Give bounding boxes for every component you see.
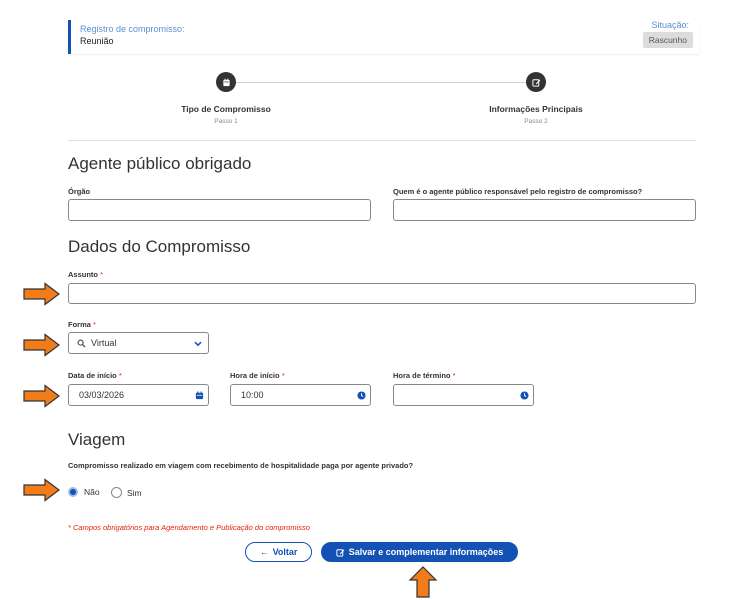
step-1-sub: Passo 1: [214, 118, 238, 125]
annotation-arrow-right-icon: [23, 384, 60, 408]
required-mark: *: [118, 371, 122, 380]
required-fields-note: * Campos obrigatórios para Agendamento e…: [68, 523, 310, 532]
radio-nao[interactable]: [68, 487, 78, 497]
step-2-sub: Passo 2: [524, 118, 548, 125]
search-icon: [77, 339, 86, 348]
responsavel-label: Quem é o agente público responsável pelo…: [393, 187, 643, 196]
hora-inicio-value: 10:00: [241, 390, 264, 400]
step-1-title: Tipo de Compromisso: [181, 104, 271, 114]
stepper-line: [226, 82, 536, 83]
annotation-arrow-right-icon: [23, 478, 60, 502]
orgao-label: Órgão: [68, 187, 91, 196]
required-mark: *: [93, 320, 96, 329]
calendar-icon: [222, 78, 230, 86]
agente-section-title: Agente público obrigado: [68, 154, 252, 173]
edit-icon: [336, 548, 345, 557]
registro-value: Reunião: [80, 36, 114, 46]
radio-nao-label[interactable]: Não: [84, 487, 100, 497]
situacao-label: Situação:: [651, 20, 689, 30]
viagem-section-title: Viagem: [68, 430, 126, 449]
hora-termino-label: Hora de término *: [393, 371, 456, 380]
edit-icon: [531, 78, 540, 87]
data-inicio-input[interactable]: 03/03/2026: [68, 384, 209, 406]
registro-header-card: Registro de compromisso: Reunião Situaçã…: [68, 20, 699, 54]
assunto-input[interactable]: [68, 283, 696, 304]
step-2-circle[interactable]: [526, 72, 546, 92]
annotation-arrow-right-icon: [23, 333, 60, 357]
forma-value: Virtual: [91, 338, 117, 348]
dados-section-title: Dados do Compromisso: [68, 237, 251, 256]
hora-termino-input[interactable]: [393, 384, 534, 406]
data-inicio-label: Data de início *: [68, 371, 122, 380]
salvar-button[interactable]: Salvar e complementar informações: [321, 542, 518, 562]
forma-label: Forma *: [68, 320, 96, 329]
annotation-arrow-up-icon: [408, 566, 438, 598]
required-mark: *: [100, 270, 104, 279]
chevron-down-icon: [194, 341, 202, 347]
responsavel-input[interactable]: [393, 199, 696, 221]
annotation-arrow-right-icon: [23, 282, 60, 306]
forma-select[interactable]: Virtual: [68, 332, 209, 354]
step-2-title: Informações Principais: [489, 104, 583, 114]
step-1-circle[interactable]: [216, 72, 236, 92]
viagem-question: Compromisso realizado em viagem com rece…: [68, 461, 414, 470]
radio-sim-label[interactable]: Sim: [127, 488, 142, 498]
clock-icon[interactable]: [520, 391, 529, 400]
clock-icon[interactable]: [357, 391, 366, 400]
assunto-label: Assunto *: [68, 270, 104, 279]
radio-sim[interactable]: [111, 487, 122, 498]
registro-label: Registro de compromisso:: [80, 24, 185, 34]
required-mark: *: [281, 371, 285, 380]
arrow-left-icon: ←: [259, 547, 269, 557]
voltar-button[interactable]: ← Voltar: [245, 542, 312, 562]
hora-inicio-label: Hora de início *: [230, 371, 285, 380]
calendar-icon[interactable]: [195, 391, 204, 400]
status-badge: Rascunho: [642, 32, 693, 48]
orgao-input[interactable]: [68, 199, 371, 221]
data-inicio-value: 03/03/2026: [79, 390, 125, 400]
hora-inicio-input[interactable]: 10:00: [230, 384, 371, 406]
required-mark: *: [452, 371, 456, 380]
section-divider: [68, 140, 696, 141]
